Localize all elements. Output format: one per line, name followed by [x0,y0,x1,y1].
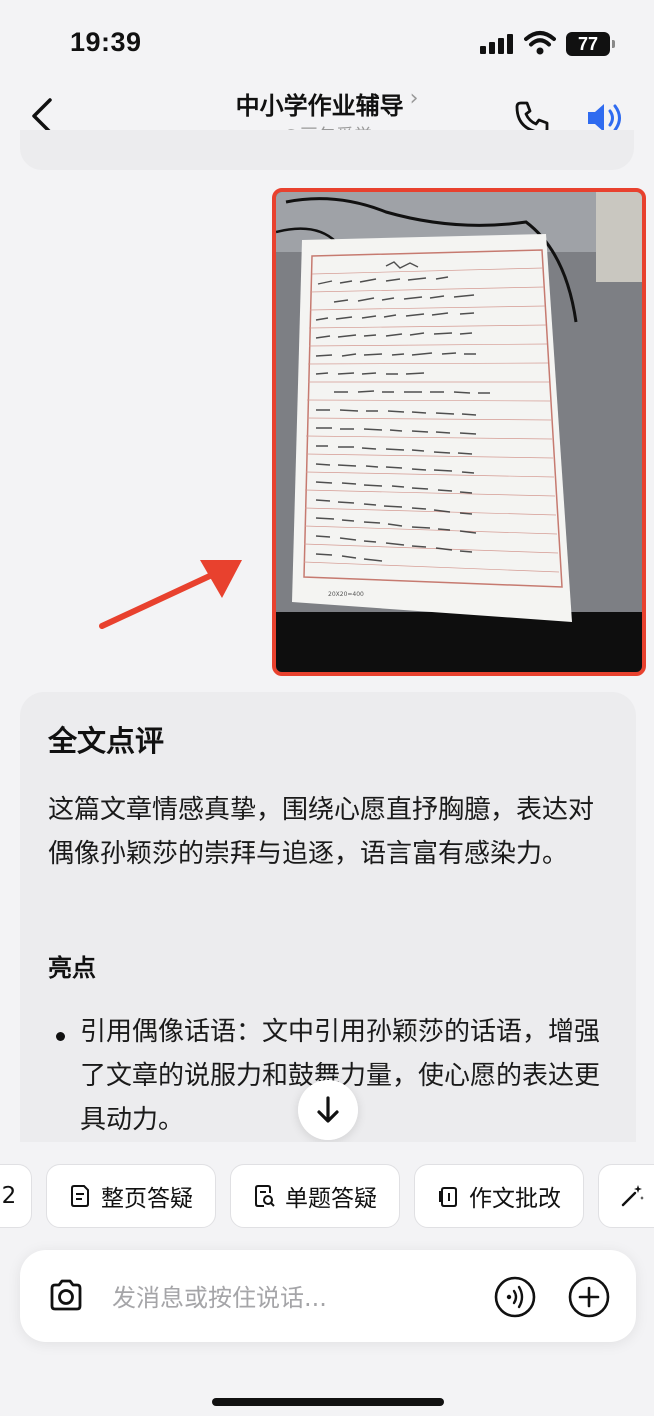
chip-label: 整页答疑 [101,1186,193,1212]
red-arrow-annotation [99,560,242,629]
chip-label: 作文批改 [469,1186,561,1212]
home-indicator [212,1398,444,1406]
essay-photo: 20X20=400 [276,192,642,672]
page-doc-icon [71,1185,89,1207]
essay-icon [439,1187,457,1207]
question-search-icon [255,1185,275,1207]
chat-title-link[interactable]: 中小学作业辅导 › [0,86,654,121]
svg-text:20X20=400: 20X20=400 [328,591,364,598]
magic-wand-icon [621,1185,644,1207]
review-summary: 这篇文章情感真挚，围绕心愿直抒胸臆，表达对偶像孙颖莎的崇拜与追逐，语言富有感染力… [48,795,595,869]
status-bar: 19:39 77 [0,0,654,80]
bullet-icon [56,1032,65,1041]
suggestion-chips: 2 整页答疑 单题答疑 作文批改 [0,1142,654,1242]
scroll-to-bottom-button[interactable] [298,1080,358,1140]
add-button[interactable] [568,1276,610,1318]
wifi-icon [524,31,556,55]
battery-icon: 77 [566,32,615,56]
message-input-bar: 发消息或按住说话... [20,1250,636,1342]
chip-partial-right[interactable] [598,1164,654,1228]
camera-button[interactable] [46,1276,86,1316]
highlights-heading: 亮点 [48,954,96,982]
chip-partial-left[interactable]: 2 [0,1164,32,1228]
chevron-right-icon: › [409,86,419,111]
status-time: 19:39 [70,27,142,57]
voice-input-button[interactable] [494,1276,536,1318]
previous-message-bubble [20,130,634,170]
sent-image-message[interactable]: 20X20=400 [272,188,646,676]
chat-title: 中小学作业辅导 [235,92,404,120]
chip-whole-page-qa[interactable]: 整页答疑 [46,1164,216,1228]
message-input[interactable]: 发消息或按住说话... [112,1278,327,1313]
chip-label: 单题答疑 [285,1186,377,1212]
chip-single-question-qa[interactable]: 单题答疑 [230,1164,400,1228]
chip-partial-label: 2 [1,1183,17,1209]
review-heading: 全文点评 [48,724,165,758]
signal-icon [480,34,514,54]
chip-essay-correction[interactable]: 作文批改 [414,1164,584,1228]
